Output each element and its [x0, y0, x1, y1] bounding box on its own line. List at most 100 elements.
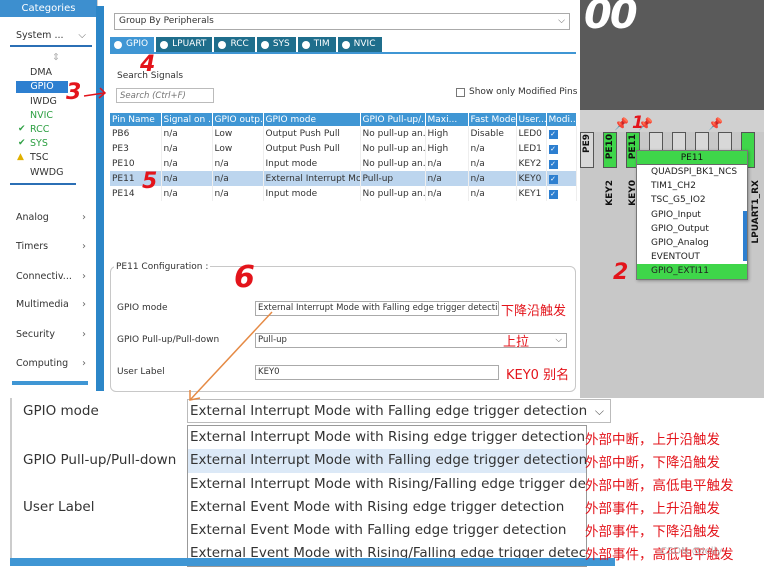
- step-number: 1: [632, 113, 644, 133]
- sidebar-item-dma[interactable]: DMA: [30, 67, 52, 78]
- gear-icon: [218, 40, 227, 49]
- table-cell: n/a: [212, 171, 264, 186]
- checkbox-box[interactable]: [456, 87, 465, 97]
- modified-cell[interactable]: ✓: [546, 126, 577, 141]
- sidebar-item-tsc[interactable]: TSC: [30, 152, 48, 163]
- column-header[interactable]: Maxi...: [425, 113, 469, 126]
- column-header[interactable]: GPIO outp...: [212, 113, 264, 126]
- table-cell: Output Push Pull: [263, 126, 361, 141]
- table-cell: LED1: [516, 141, 547, 156]
- tab-sys[interactable]: SYS: [256, 37, 296, 52]
- modified-cell[interactable]: ✓: [546, 186, 577, 201]
- table-cell: High: [425, 126, 469, 141]
- zoomed-rail: [10, 398, 12, 560]
- gpio-mode-select-zoomed[interactable]: External Interrupt Mode with Falling edg…: [187, 399, 611, 423]
- category-timers[interactable]: Timers ›: [16, 241, 92, 252]
- dropdown-option[interactable]: External Interrupt Mode with Rising/Fall…: [188, 473, 586, 496]
- menu-item[interactable]: GPIO_Analog: [637, 236, 747, 250]
- menu-item[interactable]: EVENTOUT: [637, 250, 747, 264]
- table-cell: n/a: [425, 171, 469, 186]
- categories-panel: Categories System ... ⌵ ⇕ DMA GPIO IWDG N…: [0, 0, 98, 390]
- table-row[interactable]: PE3 n/a Low Output Push Pull No pull-up an..…: [110, 141, 577, 156]
- dropdown-option[interactable]: External Event Mode with Falling edge tr…: [188, 519, 586, 542]
- table-row[interactable]: PB6 n/a Low Output Push Pull No pull-up an..…: [110, 126, 577, 141]
- menu-item-selected[interactable]: GPIO_EXTI11: [637, 264, 747, 279]
- table-cell: n/a: [161, 126, 213, 141]
- chevron-right-icon: ›: [82, 358, 86, 369]
- menu-item[interactable]: TSC_G5_IO2: [637, 193, 747, 207]
- table-cell: KEY0: [516, 171, 547, 186]
- chevron-down-icon: ⌵: [594, 404, 604, 418]
- category-analog[interactable]: Analog ›: [16, 212, 92, 223]
- table-cell: Disable: [468, 126, 517, 141]
- check-icon[interactable]: ✓: [548, 189, 558, 199]
- group-by-select[interactable]: Group By Peripherals ⌵: [114, 13, 570, 30]
- check-icon[interactable]: ✓: [548, 144, 558, 154]
- column-header[interactable]: GPIO mode: [263, 113, 361, 126]
- chevron-down-icon: ⌵: [555, 335, 562, 345]
- annotation-pull-up: 上拉: [503, 335, 530, 350]
- table-cell: n/a: [161, 186, 213, 201]
- category-connectivity[interactable]: Connectiv... ›: [16, 271, 92, 282]
- modified-cell[interactable]: ✓: [546, 171, 577, 186]
- table-cell: n/a: [468, 156, 517, 171]
- category-system[interactable]: System ... ⌵: [16, 30, 92, 41]
- chevron-right-icon: ›: [82, 299, 86, 310]
- tab-rcc[interactable]: RCC: [214, 37, 255, 52]
- column-header[interactable]: Fast Mode: [468, 113, 517, 126]
- category-multimedia[interactable]: Multimedia ›: [16, 299, 92, 310]
- menu-item[interactable]: TIM1_CH2: [637, 179, 747, 193]
- search-input[interactable]: [116, 88, 214, 103]
- column-header[interactable]: GPIO Pull-up/...: [360, 113, 426, 126]
- step-number: 3: [66, 80, 82, 105]
- column-header[interactable]: User...: [516, 113, 547, 126]
- dropdown-option-selected[interactable]: External Interrupt Mode with Falling edg…: [188, 449, 586, 473]
- tab-underline: [110, 52, 576, 54]
- column-header[interactable]: Signal on ...: [161, 113, 213, 126]
- tab-nvic[interactable]: NVIC: [337, 37, 382, 52]
- table-header-row: Pin Name Signal on ... GPIO outp... GPIO…: [110, 113, 577, 126]
- sidebar-item-nvic[interactable]: NVIC: [30, 110, 53, 121]
- gpio-mode-select[interactable]: External Interrupt Mode with Falling edg…: [255, 301, 499, 316]
- table-row-selected[interactable]: PE11n/an/aExternal Interrupt Mod...Pull-…: [110, 171, 577, 186]
- user-label-input[interactable]: KEY0: [255, 365, 499, 380]
- check-icon[interactable]: ✓: [548, 159, 558, 169]
- pin-function-menu: PE11 QUADSPI_BK1_NCS TIM1_CH2 TSC_G5_IO2…: [636, 150, 748, 280]
- zoomed-scrollbar[interactable]: [10, 558, 615, 566]
- table-cell: Input mode: [263, 186, 361, 201]
- table-cell: n/a: [161, 156, 213, 171]
- menu-item[interactable]: QUADSPI_BK1_NCS: [637, 165, 747, 179]
- category-computing[interactable]: Computing ›: [16, 358, 92, 369]
- tab-gpio[interactable]: GPIO: [110, 37, 155, 52]
- tab-tim[interactable]: TIM: [297, 37, 336, 52]
- sort-icon[interactable]: ⇕: [52, 52, 60, 63]
- table-cell: External Interrupt Mod...: [263, 171, 361, 186]
- show-modified-checkbox[interactable]: Show only Modified Pins: [456, 87, 577, 97]
- sidebar-item-sys[interactable]: SYS: [30, 138, 48, 149]
- check-icon[interactable]: ✓: [548, 129, 558, 139]
- chevron-right-icon: ›: [82, 241, 86, 252]
- menu-item[interactable]: GPIO_Input: [637, 208, 747, 222]
- sidebar-item-rcc[interactable]: RCC: [30, 124, 49, 135]
- table-row[interactable]: PE10 n/a n/a Input mode No pull-up an... n/a n…: [110, 156, 577, 171]
- column-header[interactable]: Pin Name: [110, 113, 162, 126]
- gpio-mode-options: External Interrupt Mode with Rising edge…: [187, 425, 587, 567]
- column-header[interactable]: Modi...: [546, 113, 577, 126]
- check-icon[interactable]: ✓: [548, 174, 558, 184]
- sidebar-item-gpio[interactable]: GPIO: [16, 81, 68, 93]
- table-cell: n/a: [161, 171, 213, 186]
- category-security[interactable]: Security ›: [16, 329, 92, 340]
- modified-cell[interactable]: ✓: [546, 141, 577, 156]
- menu-item[interactable]: GPIO_Output: [637, 222, 747, 236]
- sidebar-item-wwdg[interactable]: WWDG: [30, 167, 63, 178]
- gpio-mode-label-zoomed: GPIO mode: [23, 403, 99, 419]
- table-row[interactable]: PE14 n/a n/a Input mode No pull-up an... n/a n…: [110, 186, 577, 201]
- tab-lpuart[interactable]: LPUART: [156, 37, 213, 52]
- table-cell: PB6: [110, 126, 162, 141]
- menu-scrollbar[interactable]: [743, 211, 747, 261]
- dropdown-option[interactable]: External Event Mode with Rising edge tri…: [188, 496, 586, 519]
- sidebar-item-iwdg[interactable]: IWDG: [30, 96, 57, 107]
- dropdown-option[interactable]: External Interrupt Mode with Rising edge…: [188, 426, 586, 449]
- modified-cell[interactable]: ✓: [546, 156, 577, 171]
- categories-scrollbar[interactable]: [12, 381, 88, 385]
